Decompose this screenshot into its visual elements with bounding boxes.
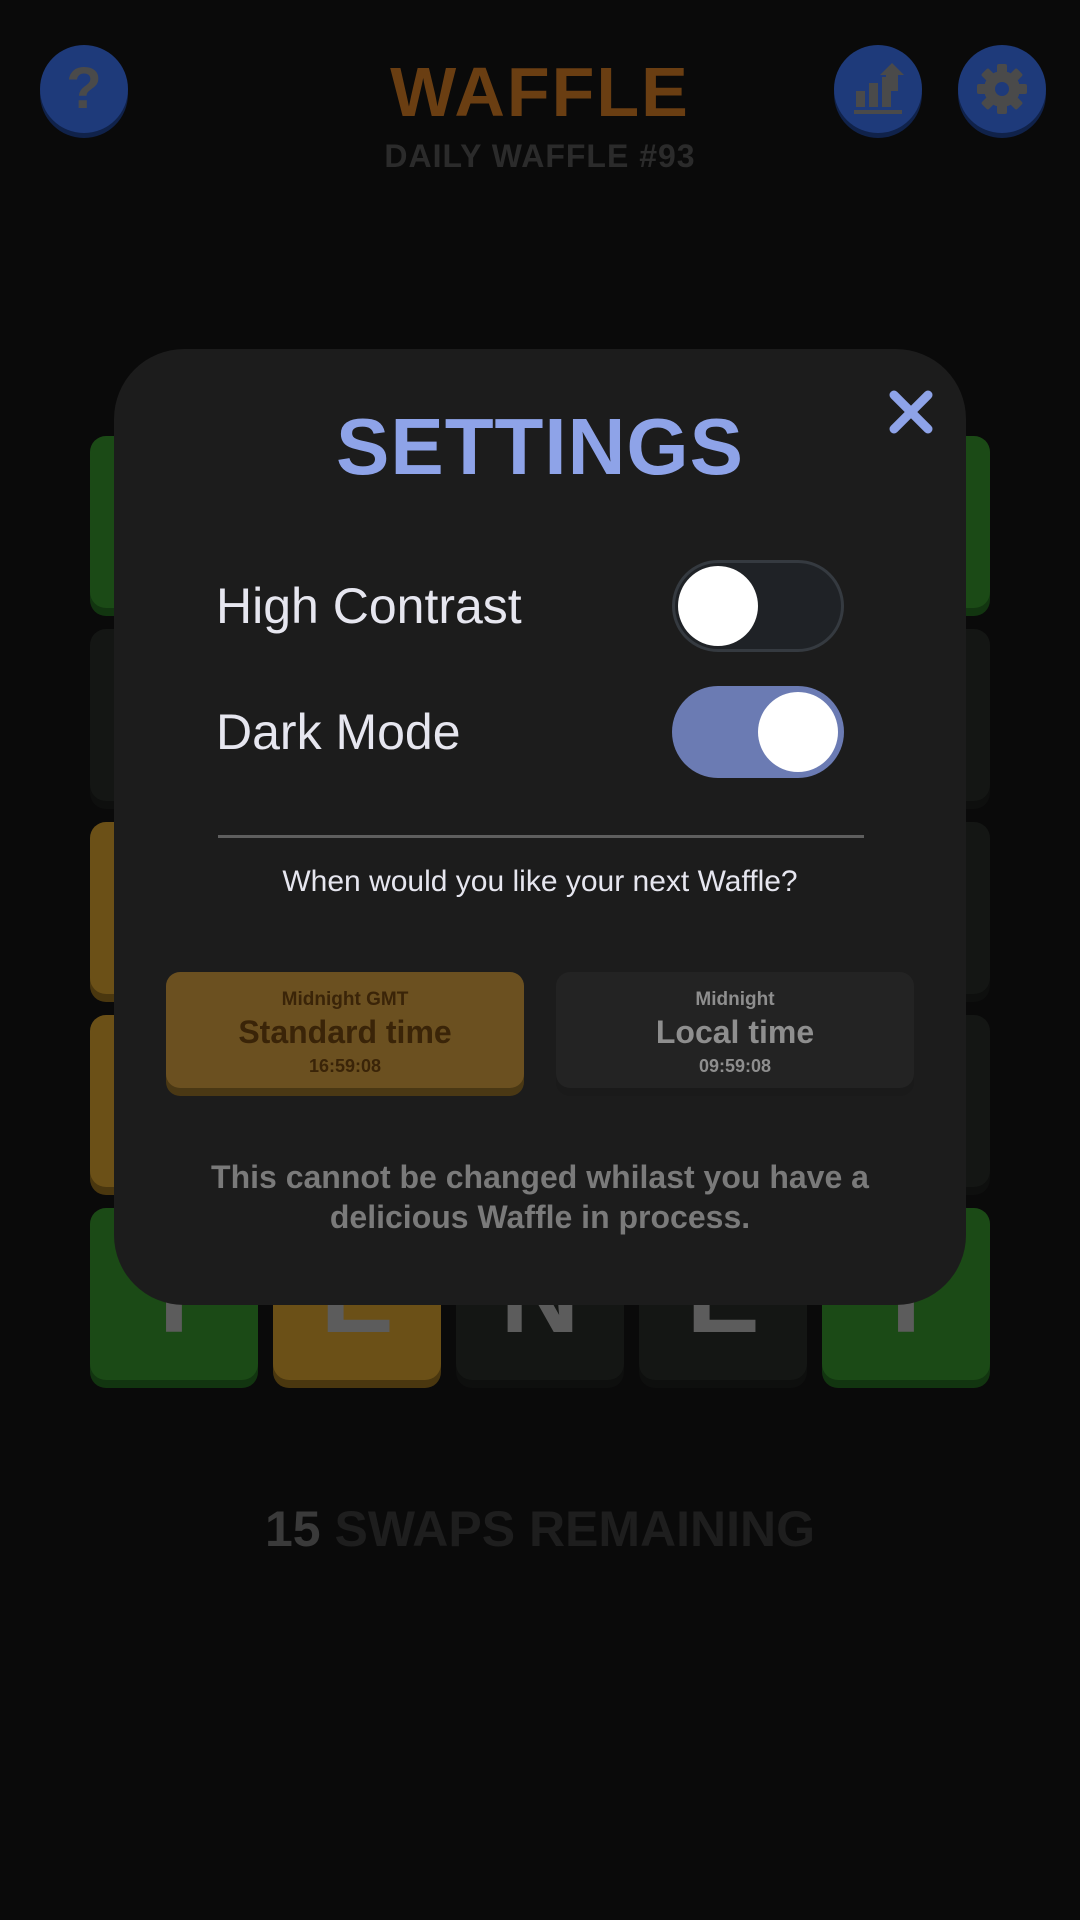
dark-mode-toggle[interactable] [672, 686, 844, 778]
toggle-knob [758, 692, 838, 772]
swaps-count: 15 [264, 1501, 321, 1557]
settings-title: SETTINGS [335, 402, 745, 491]
standard-time-label: Standard time [238, 1014, 452, 1050]
high-contrast-toggle[interactable] [672, 560, 844, 652]
standard-time-caption: Midnight GMT [281, 989, 409, 1010]
settings-modal: SETTINGS High Contrast Dark Mode When wo… [114, 349, 966, 1305]
high-contrast-label: High Contrast [216, 578, 522, 634]
standard-time-button[interactable]: Midnight GMT Standard time 16:59:08 [166, 972, 524, 1088]
divider [218, 835, 864, 838]
dark-mode-label: Dark Mode [216, 704, 461, 760]
local-time-label: Local time [655, 1014, 815, 1050]
next-waffle-question: When would you like your next Waffle? [282, 865, 798, 898]
game-title: WAFFLE [390, 53, 690, 131]
game-subtitle: DAILY WAFFLE #93 [384, 138, 696, 174]
local-time-caption: Midnight [695, 989, 775, 1010]
settings-notice: This cannot be changed whilast you have … [211, 1159, 869, 1235]
dark-mode-row: Dark Mode [216, 686, 866, 778]
local-time-countdown: 09:59:08 [698, 1056, 772, 1076]
local-time-button[interactable]: Midnight Local time 09:59:08 [556, 972, 914, 1088]
swaps-remaining: 15 SWAPS REMAINING [0, 1500, 1080, 1558]
standard-time-countdown: 16:59:08 [308, 1056, 382, 1076]
high-contrast-row: High Contrast [216, 560, 866, 652]
toggle-knob [678, 566, 758, 646]
swaps-label: SWAPS REMAINING [334, 1501, 816, 1557]
